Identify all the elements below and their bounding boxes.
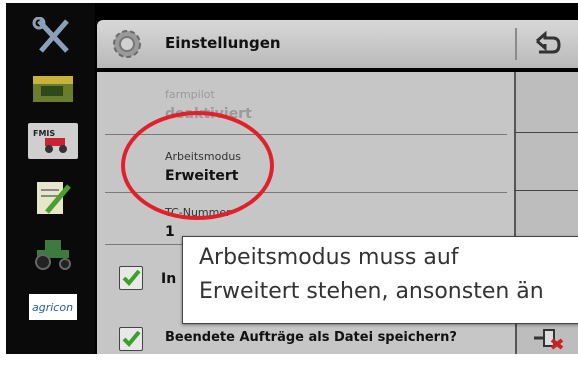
sidebar: FMIS agricon: [6, 3, 95, 354]
edit-buttons-column: [514, 72, 578, 237]
checkmark-icon: [122, 269, 141, 286]
notepad-icon: [37, 182, 71, 214]
highlight-annotation: [121, 111, 274, 220]
header-divider: [515, 28, 517, 60]
setting-row-save-jobs[interactable]: Beendete Aufträge als Datei speichern?: [97, 322, 578, 354]
toggle-button[interactable]: [515, 322, 578, 354]
sidebar-item-tools[interactable]: [28, 17, 78, 55]
svg-text:agricon: agricon: [32, 301, 73, 314]
save-jobs-checkbox[interactable]: [119, 327, 143, 351]
sidebar-item-tractor[interactable]: [28, 235, 78, 271]
checkmark-icon: [122, 330, 141, 347]
tooltip-line-1: Arbeitsmodus muss auf: [199, 245, 459, 270]
tractor-icon: [35, 240, 71, 270]
gear-icon: [113, 30, 141, 58]
setting-value: 1: [165, 224, 175, 240]
back-arrow-icon: [536, 31, 561, 54]
header-bar: Einstellungen: [97, 20, 578, 68]
tooltip-line-2: Erweitert stehen, ansonsten än: [199, 279, 544, 304]
save-jobs-label: Beendete Aufträge als Datei speichern?: [165, 330, 457, 345]
setting-value: In: [161, 271, 177, 287]
checkbox[interactable]: [119, 266, 143, 290]
sidebar-item-notepad[interactable]: [28, 181, 78, 217]
info-tooltip: Arbeitsmodus muss auf Erweitert stehen, …: [182, 236, 578, 324]
back-button[interactable]: [522, 28, 572, 60]
sidebar-item-fmis[interactable]: FMIS: [28, 123, 78, 159]
tools-icon: [32, 17, 69, 53]
sidebar-item-field[interactable]: [28, 71, 78, 107]
setting-label: farmpilot: [165, 88, 215, 101]
fmis-label: FMIS: [33, 129, 55, 138]
sidebar-item-agricon[interactable]: agricon: [28, 289, 78, 325]
column-divider: [514, 72, 516, 237]
toggle-off-icon: [533, 329, 563, 350]
field-tractor-icon: [33, 76, 73, 102]
edit-button-separator: [514, 132, 578, 133]
page-title: Einstellungen: [165, 34, 281, 52]
edit-button-separator: [514, 190, 578, 191]
fmis-icon: FMIS: [33, 129, 67, 153]
agricon-logo: agricon: [29, 294, 77, 320]
